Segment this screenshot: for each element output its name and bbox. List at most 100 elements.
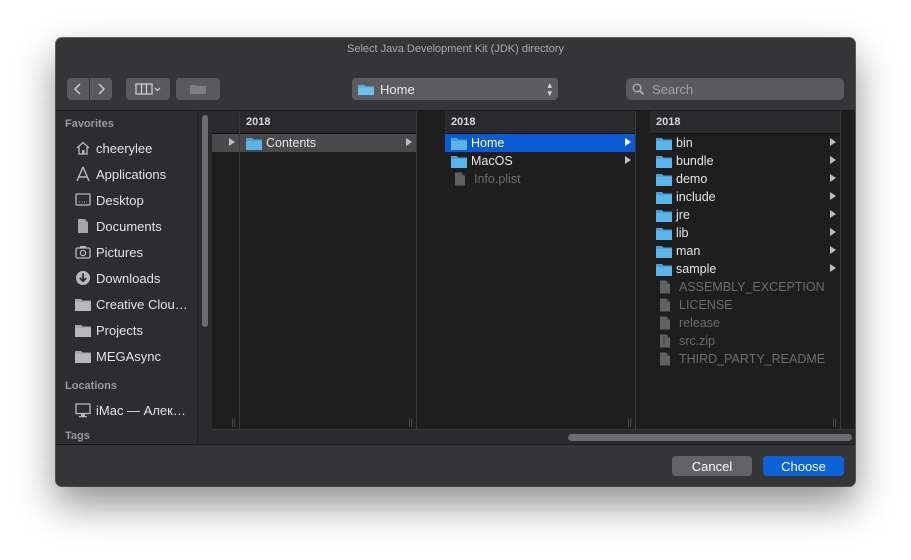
disclosure-arrow-icon xyxy=(830,210,836,218)
folder-icon xyxy=(656,262,672,276)
sidebar-item-megasync[interactable]: MEGAsync xyxy=(56,343,211,369)
locations-header: Locations xyxy=(65,380,117,392)
applications-icon xyxy=(74,165,92,183)
sidebar-item-label: Applications xyxy=(96,166,167,182)
list-item[interactable] xyxy=(212,134,239,152)
desktop-icon xyxy=(74,191,92,209)
toolbar: Home ▴ ▾ xyxy=(56,60,855,111)
folder-item-contents[interactable]: Contents xyxy=(240,134,416,152)
search-input[interactable] xyxy=(650,80,834,98)
forward-button[interactable] xyxy=(90,78,112,100)
column-resize-handle[interactable]: || xyxy=(231,417,236,427)
column-2: 2018 Home MacOS Info.plist || xyxy=(445,111,636,429)
scrollbar-thumb[interactable] xyxy=(202,115,208,327)
folder-icon xyxy=(656,136,672,150)
column-partial: || xyxy=(212,111,240,429)
scrollbar-thumb[interactable] xyxy=(568,434,852,441)
disclosure-arrow-icon xyxy=(830,264,836,272)
folder-item-macos[interactable]: MacOS xyxy=(445,152,635,170)
column-3: 2018 bin bundle demo include jre lib man sample A… xyxy=(650,111,841,429)
cancel-button[interactable]: Cancel xyxy=(672,456,752,476)
sidebar-scrollbar[interactable] xyxy=(197,111,211,444)
folder-item-bin[interactable]: bin xyxy=(650,134,840,152)
sidebar-item-imac-алек[interactable]: iMac — Алек… xyxy=(56,397,211,423)
sidebar-item-applications[interactable]: Applications xyxy=(56,161,211,187)
file-icon xyxy=(656,280,675,294)
folder-item-sample[interactable]: sample xyxy=(650,260,840,278)
disclosure-arrow-icon xyxy=(830,174,836,182)
folder-item-demo[interactable]: demo xyxy=(650,170,840,188)
column-view-icon xyxy=(135,83,161,95)
column-resize-handle[interactable]: || xyxy=(408,417,413,427)
sidebar-item-creative-clou[interactable]: Creative Clou… xyxy=(56,291,211,317)
folder-icon xyxy=(451,154,467,168)
file-item-src-zip: src.zip xyxy=(650,332,840,350)
file-icon xyxy=(656,316,675,330)
home-icon xyxy=(74,139,92,157)
folder-icon xyxy=(358,85,374,95)
column-resize-handle[interactable]: || xyxy=(832,417,837,427)
file-item-info-plist: Info.plist xyxy=(445,170,635,188)
folder-item-lib[interactable]: lib xyxy=(650,224,840,242)
folder-icon xyxy=(451,136,467,150)
column-resize-handle[interactable]: || xyxy=(627,417,632,427)
camera-icon xyxy=(74,243,92,261)
item-label: demo xyxy=(676,172,708,186)
folder-icon xyxy=(656,244,672,258)
sidebar-item-label: Desktop xyxy=(96,192,144,208)
sidebar-item-projects[interactable]: Projects xyxy=(56,317,211,343)
computer-icon xyxy=(74,401,92,419)
file-item-assembly-exception: ASSEMBLY_EXCEPTION xyxy=(650,278,840,296)
item-label: LICENSE xyxy=(679,298,733,312)
location-popup[interactable]: Home ▴ ▾ xyxy=(352,78,558,100)
folder-icon xyxy=(74,321,92,339)
file-icon xyxy=(656,298,675,312)
view-mode-button[interactable] xyxy=(126,78,170,100)
choose-button[interactable]: Choose xyxy=(763,456,844,476)
sidebar-item-label: Pictures xyxy=(96,244,143,260)
file-chooser-dialog: Select Java Development Kit (JDK) direct… xyxy=(56,38,855,486)
folder-item-man[interactable]: man xyxy=(650,242,840,260)
item-label: Contents xyxy=(266,136,317,150)
folder-item-include[interactable]: include xyxy=(650,188,840,206)
disclosure-arrow-icon xyxy=(625,156,631,164)
favorites-header: Favorites xyxy=(65,118,114,130)
sidebar-item-desktop[interactable]: Desktop xyxy=(56,187,211,213)
column-header: 2018 xyxy=(445,111,635,134)
location-label: Home xyxy=(380,81,415,97)
column-1: 2018 Contents || xyxy=(240,111,417,429)
folder-icon xyxy=(656,154,672,168)
disclosure-arrow-icon xyxy=(406,138,412,146)
folder-icon xyxy=(656,208,672,222)
back-button[interactable] xyxy=(67,78,89,100)
file-item-third-party-readme: THIRD_PARTY_README xyxy=(650,350,840,368)
sidebar-item-label: Projects xyxy=(96,322,143,338)
item-label: man xyxy=(676,244,701,258)
folder-icon xyxy=(246,136,262,150)
disclosure-arrow-icon xyxy=(830,246,836,254)
chevron-left-icon xyxy=(73,83,81,95)
sidebar-item-documents[interactable]: Documents xyxy=(56,213,211,239)
folder-item-home[interactable]: Home xyxy=(445,134,635,152)
item-label: ASSEMBLY_EXCEPTION xyxy=(679,280,825,294)
horizontal-scrollbar[interactable] xyxy=(212,429,855,445)
item-label: MacOS xyxy=(471,154,513,168)
folder-item-jre[interactable]: jre xyxy=(650,206,840,224)
folder-icon xyxy=(656,226,672,240)
new-folder-button[interactable] xyxy=(176,78,220,100)
download-icon xyxy=(74,269,92,287)
sidebar-item-downloads[interactable]: Downloads xyxy=(56,265,211,291)
search-field[interactable] xyxy=(626,78,844,100)
column-browser: || 2018 Contents || 2018 Home MacOS Info.plis… xyxy=(212,111,855,445)
zip-file-icon xyxy=(656,334,675,348)
item-label: Home xyxy=(471,136,505,150)
sidebar-item-label: Documents xyxy=(96,218,162,234)
sidebar-item-cheerylee[interactable]: cheerylee xyxy=(56,135,211,161)
folder-icon xyxy=(74,347,92,365)
folder-item-bundle[interactable]: bundle xyxy=(650,152,840,170)
sidebar-item-pictures[interactable]: Pictures xyxy=(56,239,211,265)
window-title: Select Java Development Kit (JDK) direct… xyxy=(56,38,855,60)
disclosure-arrow-icon xyxy=(830,192,836,200)
disclosure-arrow-icon xyxy=(625,138,631,146)
document-icon xyxy=(74,217,92,235)
